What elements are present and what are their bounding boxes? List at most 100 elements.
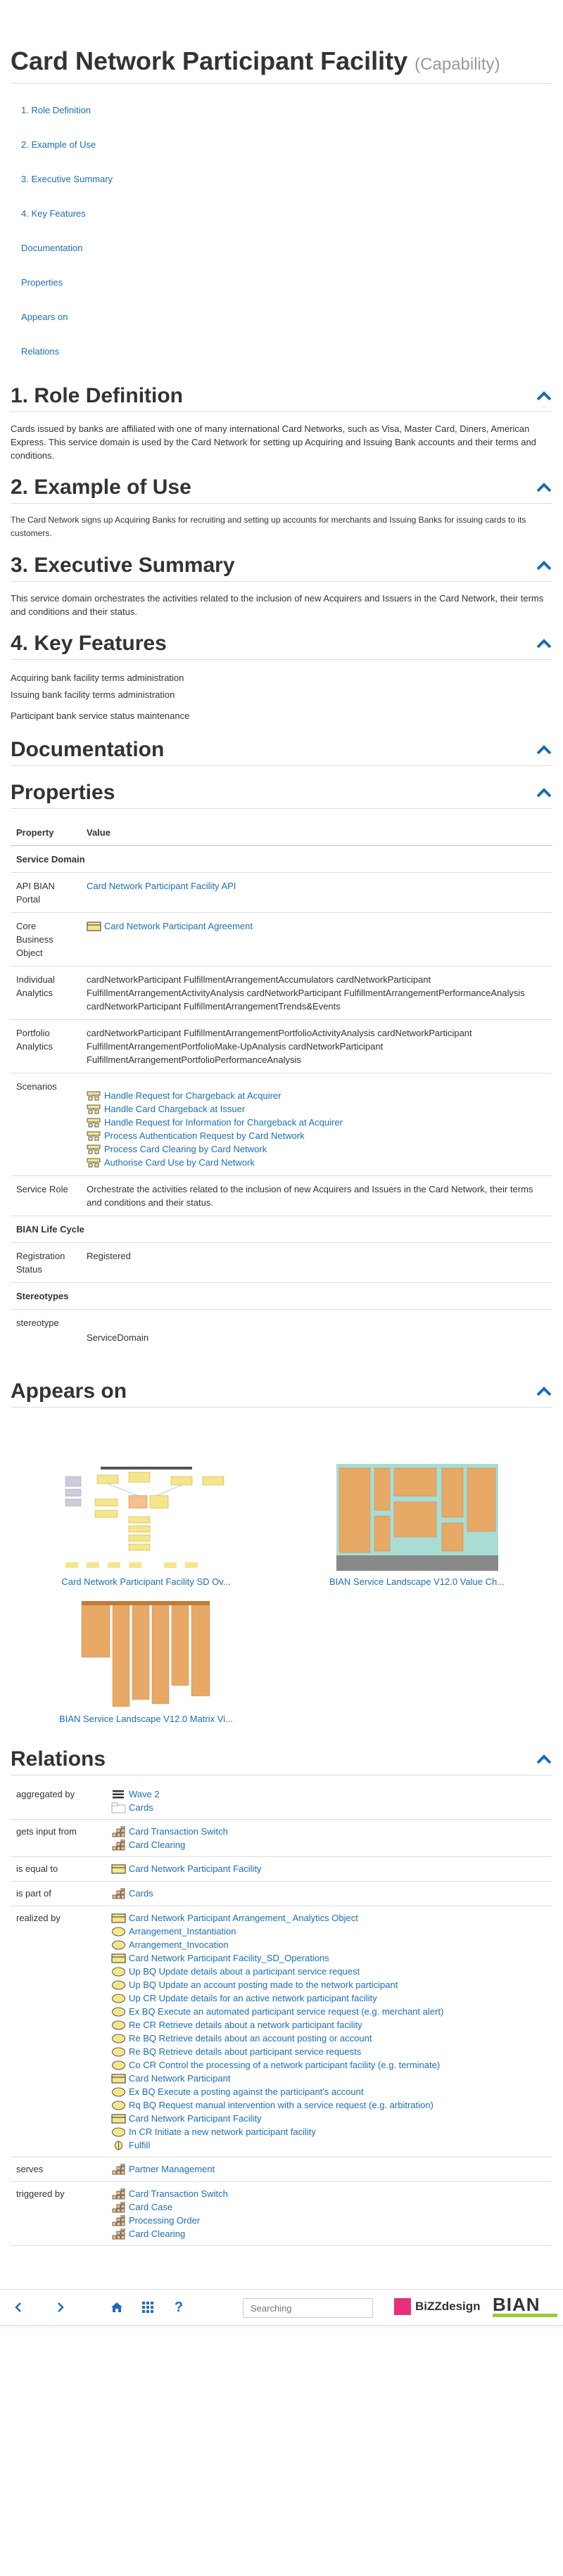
view-link[interactable]: BIAN Service Landscape V12.0 Value Ch... xyxy=(329,1576,505,1587)
function-icon xyxy=(111,2033,127,2044)
scenario-icon xyxy=(87,1090,102,1102)
relation-item: Fulfill xyxy=(111,2138,547,2152)
home-button[interactable] xyxy=(103,2293,131,2321)
view-thumbnail[interactable]: BIAN Service Landscape V12.0 Value Ch... xyxy=(282,1464,552,1587)
relation-item: Card Network Participant xyxy=(111,2072,547,2085)
view-link[interactable]: BIAN Service Landscape V12.0 Matrix Vi..… xyxy=(59,1714,233,1724)
bian-logo[interactable]: BIAN xyxy=(493,2295,557,2321)
chevron-up-icon[interactable] xyxy=(536,559,552,573)
scenario-link[interactable]: Handle Request for Information for Charg… xyxy=(104,1116,343,1129)
scenario-link[interactable]: Handle Request for Chargeback at Acquire… xyxy=(104,1089,281,1102)
chevron-up-icon[interactable] xyxy=(536,1752,552,1766)
relation-type: aggregated by xyxy=(11,1783,106,1820)
relation-link[interactable]: Card Case xyxy=(129,2200,172,2214)
relation-link[interactable]: Processing Order xyxy=(129,2214,200,2227)
scenario-item: Handle Card Chargeback at Issuer xyxy=(87,1102,547,1116)
relation-item: Arrangement_Invocation xyxy=(111,1938,547,1951)
bizzdesign-logo[interactable]: BiZZdesign xyxy=(394,2298,481,2315)
property-value: Registered xyxy=(81,1242,552,1283)
toc-example-of-use[interactable]: 2. Example of Use xyxy=(11,132,552,167)
relation-type: realized by xyxy=(11,1906,106,2157)
relation-link[interactable]: Re BQ Retrieve details about participant… xyxy=(129,2045,361,2058)
relation-link[interactable]: Co CR Control the processing of a networ… xyxy=(129,2058,440,2072)
toc-executive-summary[interactable]: 3. Executive Summary xyxy=(11,167,552,201)
toc-relations[interactable]: Relations xyxy=(11,339,552,374)
relation-link[interactable]: Rq BQ Request manual intervention with a… xyxy=(129,2098,434,2112)
toc-key-features[interactable]: 4. Key Features xyxy=(11,201,552,236)
chevron-up-icon[interactable] xyxy=(536,786,552,800)
relation-link[interactable]: Card Clearing xyxy=(129,1838,185,1851)
relation-item: In CR Initiate a new network participant… xyxy=(111,2125,547,2138)
relation-item: Card Transaction Switch xyxy=(111,1825,547,1838)
chevron-up-icon[interactable] xyxy=(536,743,552,757)
section-example-of-use: 2. Example of Use xyxy=(11,472,552,504)
core-business-object-link[interactable]: Card Network Participant Agreement xyxy=(104,919,253,933)
table-row: Service Role Orchestrate the activities r… xyxy=(11,1175,552,1216)
table-row: Scenarios Handle Request for Chargeback a… xyxy=(11,1073,552,1176)
api-link[interactable]: Card Network Participant Facility API xyxy=(87,881,236,891)
relation-link[interactable]: Arrangement_Instantiation xyxy=(129,1925,236,1938)
page-title: Card Network Participant Facility (Capab… xyxy=(11,46,552,84)
relation-row: realized by Card Network Participant Arra… xyxy=(11,1906,552,2157)
relation-link[interactable]: Card Network Participant Facility_SD_Ope… xyxy=(129,1951,329,1965)
chevron-up-icon[interactable] xyxy=(536,480,552,495)
forward-button[interactable] xyxy=(46,2293,75,2321)
property-value: cardNetworkParticipant FulfillmentArrang… xyxy=(81,966,552,1020)
function-icon xyxy=(111,2100,127,2111)
capability-icon xyxy=(111,2163,127,2175)
relation-link[interactable]: Partner Management xyxy=(129,2162,215,2176)
toc-properties[interactable]: Properties xyxy=(11,270,552,305)
relation-link[interactable]: Card Network Participant xyxy=(129,2072,231,2085)
appears-on-gallery: Card Network Participant Facility SD Ov.… xyxy=(11,1464,552,1738)
help-button[interactable]: ? xyxy=(165,2293,193,2321)
grid-menu-button[interactable] xyxy=(134,2293,162,2321)
search-input[interactable] xyxy=(243,2298,373,2318)
relation-link[interactable]: Card Network Participant Facility xyxy=(129,2112,262,2125)
relation-type: triggered by xyxy=(11,2181,106,2246)
scenario-link[interactable]: Handle Card Chargeback at Issuer xyxy=(104,1102,245,1116)
relation-link[interactable]: Re BQ Retrieve details about an account … xyxy=(129,2032,372,2045)
toc-role-definition[interactable]: 1. Role Definition xyxy=(11,98,552,132)
object-icon xyxy=(111,2113,127,2124)
relation-link[interactable]: Ex BQ Execute an automated participant s… xyxy=(129,2005,443,2018)
relation-link[interactable]: Cards xyxy=(129,1801,153,1814)
scenario-link[interactable]: Process Authentication Request by Card N… xyxy=(104,1129,305,1142)
relation-link[interactable]: Card Network Participant Facility xyxy=(129,1862,262,1875)
function-icon xyxy=(111,2060,127,2071)
table-row: Core Business Object Card Network Partici… xyxy=(11,912,552,967)
relation-link[interactable]: In CR Initiate a new network participant… xyxy=(129,2125,316,2138)
relation-link[interactable]: Up CR Update details for an active netwo… xyxy=(129,1991,377,2005)
bian-text: BIAN xyxy=(493,2294,540,2315)
property-label: Registration Status xyxy=(11,1242,81,1283)
scenario-item: Authorise Card Use by Card Network xyxy=(87,1156,547,1169)
relation-item: Partner Management xyxy=(111,2162,547,2176)
view-thumbnail[interactable]: Card Network Participant Facility SD Ov.… xyxy=(11,1464,282,1587)
section-properties: Properties xyxy=(11,777,552,809)
capability-icon xyxy=(111,1887,127,1899)
table-row: stereotype ServiceDomain xyxy=(11,1309,552,1351)
relation-link[interactable]: Re CR Retrieve details about a network p… xyxy=(129,2018,362,2032)
view-link[interactable]: Card Network Participant Facility SD Ov.… xyxy=(61,1576,230,1587)
scenario-link[interactable]: Process Card Clearing by Card Network xyxy=(104,1142,267,1156)
toc-documentation[interactable]: Documentation xyxy=(11,236,552,270)
chevron-up-icon[interactable] xyxy=(536,637,552,651)
relation-link[interactable]: Wave 2 xyxy=(129,1787,160,1801)
view-thumbnail[interactable]: BIAN Service Landscape V12.0 Matrix Vi..… xyxy=(11,1600,282,1724)
relation-link[interactable]: Up BQ Update details about a participant… xyxy=(129,1965,360,1978)
relation-link[interactable]: Card Transaction Switch xyxy=(129,2187,228,2200)
relation-link[interactable]: Ex BQ Execute a posting against the part… xyxy=(129,2085,363,2098)
relation-link[interactable]: Card Network Participant Arrangement_ An… xyxy=(129,1911,358,1925)
relation-link[interactable]: Arrangement_Invocation xyxy=(129,1938,229,1951)
relation-link[interactable]: Card Transaction Switch xyxy=(129,1825,228,1838)
relation-link[interactable]: Up BQ Update an account posting made to … xyxy=(129,1978,398,1991)
chevron-up-icon[interactable] xyxy=(536,1384,552,1398)
chevron-up-icon[interactable] xyxy=(536,389,552,403)
scenario-link[interactable]: Authorise Card Use by Card Network xyxy=(104,1156,255,1169)
toc-appears-on[interactable]: Appears on xyxy=(11,305,552,339)
relation-link[interactable]: Cards xyxy=(129,1887,153,1900)
relation-link[interactable]: Fulfill xyxy=(129,2138,150,2152)
scenario-item: Handle Request for Information for Charg… xyxy=(87,1116,547,1129)
page-type: (Capability) xyxy=(415,55,500,74)
back-button[interactable] xyxy=(4,2293,32,2321)
relation-link[interactable]: Card Clearing xyxy=(129,2227,185,2240)
